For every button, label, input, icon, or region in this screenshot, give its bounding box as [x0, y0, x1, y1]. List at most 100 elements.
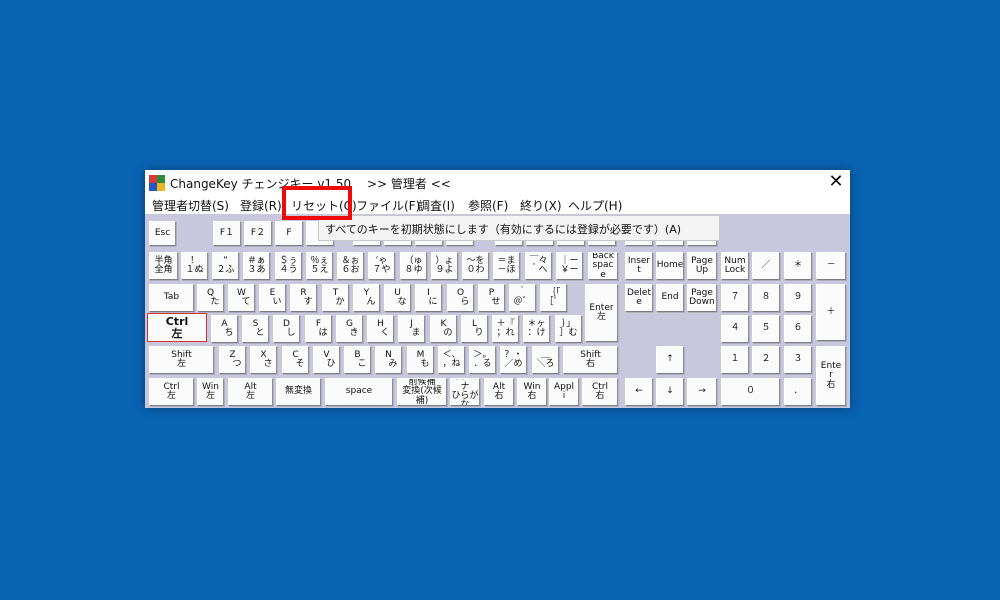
key-lctrl2[interactable]: Ctrl 左	[149, 378, 194, 406]
key-kk[interactable]: K の	[430, 315, 457, 343]
key-pgdn[interactable]: Page Down	[687, 284, 717, 312]
key-k0[interactable]: ～を ０わ	[462, 252, 489, 280]
key-left[interactable]: ←	[625, 378, 653, 406]
key-enter[interactable]: Enter 左	[585, 284, 618, 342]
key-kcaret[interactable]: ￣々 ＾へ	[525, 252, 552, 280]
key-kl[interactable]: L り	[461, 315, 488, 343]
key-kb[interactable]: B こ	[344, 346, 371, 374]
key-k2[interactable]: ” ２ふ	[212, 252, 239, 280]
key-ndiv[interactable]: ／	[752, 252, 780, 280]
key-kn[interactable]: N み	[375, 346, 402, 374]
key-kd[interactable]: D し	[273, 315, 300, 343]
key-kslash[interactable]: ？・ ／め	[500, 346, 527, 374]
key-kcolon[interactable]: ＊ヶ ：け	[523, 315, 550, 343]
key-nmul[interactable]: ＊	[784, 252, 812, 280]
key-kana[interactable]: カタカ ナ ひらが な	[450, 378, 480, 406]
key-nsub[interactable]: －	[816, 252, 846, 280]
menu-item-6[interactable]: 終り(X)	[520, 197, 562, 214]
key-kw[interactable]: W て	[228, 284, 255, 312]
key-home[interactable]: Home	[656, 252, 684, 280]
key-k8[interactable]: （ゅ ８ゆ	[400, 252, 427, 280]
key-k1[interactable]: ！ １ぬ	[181, 252, 208, 280]
key-rshift[interactable]: Shift 右	[563, 346, 618, 374]
key-henkan[interactable]: 前候補 変換(次候 補)	[397, 378, 447, 406]
key-ralt[interactable]: Alt 右	[484, 378, 514, 406]
key-kv[interactable]: V ひ	[313, 346, 340, 374]
key-ko[interactable]: O ら	[447, 284, 474, 312]
key-n8[interactable]: ８	[752, 284, 780, 312]
menu-item-5[interactable]: 参照(F)	[468, 197, 508, 214]
key-rctrl[interactable]: Ctrl 右	[582, 378, 618, 406]
menu-item-1[interactable]: 登録(R)	[240, 197, 282, 214]
key-kp[interactable]: P せ	[478, 284, 505, 312]
key-kbslash[interactable]: ＿ ＼ろ	[532, 346, 559, 374]
key-n9[interactable]: ９	[784, 284, 812, 312]
key-lwin[interactable]: Win 左	[197, 378, 224, 406]
key-pgup[interactable]: Page Up	[687, 252, 717, 280]
key-kz[interactable]: Z つ	[219, 346, 246, 374]
key-kq[interactable]: Q た	[197, 284, 224, 312]
key-del[interactable]: Delet e	[625, 284, 653, 312]
menu-item-7[interactable]: ヘルプ(H)	[568, 197, 622, 214]
key-right[interactable]: →	[687, 378, 717, 406]
key-krb[interactable]: ｝」 ］む	[555, 315, 582, 343]
key-n5[interactable]: ５	[752, 315, 780, 343]
key-f1[interactable]: F１	[213, 221, 241, 246]
key-kh[interactable]: H く	[367, 315, 394, 343]
key-klb[interactable]: ｛「 ［゜	[540, 284, 567, 312]
key-ky[interactable]: Y ん	[353, 284, 380, 312]
key-ndot[interactable]: ．	[784, 378, 812, 406]
key-kcomma[interactable]: ＜、 ，ね	[438, 346, 465, 374]
key-bs[interactable]: Back spac e	[588, 252, 618, 280]
key-tab[interactable]: Tab	[149, 284, 194, 312]
menu-item-3[interactable]: ファイル(F)	[356, 197, 420, 214]
key-numlock[interactable]: Num Lock	[721, 252, 749, 280]
key-kat[interactable]: ｀ ＠゛	[509, 284, 536, 312]
key-n3[interactable]: ３	[784, 346, 812, 374]
key-n6[interactable]: ６	[784, 315, 812, 343]
key-n4[interactable]: ４	[721, 315, 749, 343]
key-end[interactable]: End	[656, 284, 684, 312]
key-ka[interactable]: A ち	[211, 315, 238, 343]
key-apps[interactable]: Appl i	[549, 378, 579, 406]
key-lalt[interactable]: Alt 左	[228, 378, 273, 406]
key-ins[interactable]: Inser t	[625, 252, 653, 280]
key-kr[interactable]: R す	[290, 284, 317, 312]
key-f2[interactable]: F２	[244, 221, 272, 246]
key-k5[interactable]: ％ぇ ５え	[306, 252, 333, 280]
key-n7[interactable]: ７	[721, 284, 749, 312]
key-rwin[interactable]: Win 右	[517, 378, 547, 406]
key-lctrl[interactable]: Ctrl 左	[147, 313, 207, 342]
menu-item-4[interactable]: 調査(I)	[418, 197, 455, 214]
key-kperiod[interactable]: ＞。 ．る	[469, 346, 496, 374]
key-esc[interactable]: Esc	[149, 221, 176, 246]
key-n2[interactable]: ２	[752, 346, 780, 374]
key-f3[interactable]: F	[275, 221, 303, 246]
key-k6[interactable]: ＆ぉ ６お	[337, 252, 364, 280]
key-up[interactable]: ↑	[656, 346, 684, 374]
key-nenter[interactable]: Ente r 右	[816, 346, 846, 406]
key-ke[interactable]: E い	[259, 284, 286, 312]
key-kyen[interactable]: ｜ー ￥ー	[556, 252, 583, 280]
key-hankaku[interactable]: 半角 全角	[149, 252, 178, 280]
key-kg[interactable]: G き	[336, 315, 363, 343]
title-bar[interactable]: ChangeKey チェンジキー v1.50 >> 管理者 << ✕	[145, 170, 850, 194]
key-muhenkan[interactable]: 無変換	[276, 378, 321, 406]
menu-item-0[interactable]: 管理者切替(S)	[152, 197, 229, 214]
key-kx[interactable]: X さ	[250, 346, 277, 374]
key-k4[interactable]: ＄ぅ ４う	[275, 252, 302, 280]
key-n0[interactable]: ０	[721, 378, 780, 406]
key-k3[interactable]: ＃ぁ ３あ	[243, 252, 270, 280]
key-ks[interactable]: S と	[242, 315, 269, 343]
key-ku[interactable]: U な	[384, 284, 411, 312]
key-kt[interactable]: T か	[322, 284, 349, 312]
key-km[interactable]: M も	[407, 346, 434, 374]
key-k7[interactable]: ’ゃ ７や	[368, 252, 395, 280]
key-kj[interactable]: J ま	[398, 315, 425, 343]
key-kf[interactable]: F は	[305, 315, 332, 343]
key-ksemi[interactable]: ＋『 ；れ	[492, 315, 519, 343]
key-lshift[interactable]: Shift 左	[149, 346, 214, 374]
key-space[interactable]: space	[325, 378, 393, 406]
key-kc[interactable]: C そ	[282, 346, 309, 374]
key-nadd[interactable]: ＋	[816, 284, 846, 341]
